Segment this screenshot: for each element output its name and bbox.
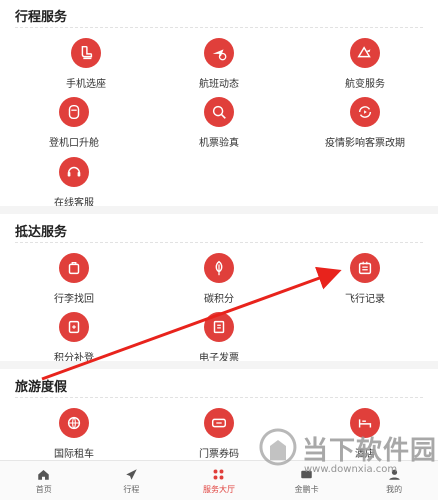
seat-icon xyxy=(71,38,101,68)
flight-status-icon xyxy=(204,38,234,68)
customer-service-icon xyxy=(59,157,89,187)
upgrade-icon xyxy=(59,97,89,127)
carbon-points-icon xyxy=(204,253,234,283)
tab-service-hall[interactable]: 服务大厅 xyxy=(175,461,263,500)
tab-label: 金鹏卡 xyxy=(294,484,319,494)
car-rental-icon xyxy=(59,408,89,438)
service-reschedule[interactable]: 疫情影响客票改期 xyxy=(310,97,420,149)
tab-label: 首页 xyxy=(35,484,52,494)
service-label: 航班动态 xyxy=(199,79,239,90)
section-gap xyxy=(0,361,438,369)
divider xyxy=(15,27,423,28)
service-flight-record[interactable]: 飞行记录 xyxy=(310,253,420,305)
section-title-trip-services: 行程服务 xyxy=(15,10,68,25)
watermark-text: 当下软件园 xyxy=(302,436,438,466)
watermark-url: www.downxia.com xyxy=(304,464,398,475)
service-flight-status[interactable]: 航班动态 xyxy=(164,38,274,90)
luggage-icon xyxy=(59,253,89,283)
service-e-invoice[interactable]: 电子发票 xyxy=(164,312,274,364)
service-seat-selection[interactable]: 手机选座 xyxy=(31,38,141,90)
section-title-arrival-services: 抵达服务 xyxy=(15,225,68,240)
service-points-makeup[interactable]: 积分补登 xyxy=(19,312,129,364)
service-label: 国际租车 xyxy=(54,449,94,460)
service-gate-upgrade[interactable]: 登机口升舱 xyxy=(19,97,129,149)
reschedule-icon xyxy=(350,97,380,127)
points-makeup-icon xyxy=(59,312,89,342)
service-label: 行李找回 xyxy=(54,294,94,305)
service-label: 机票验真 xyxy=(199,138,239,149)
service-label: 登机口升舱 xyxy=(49,138,99,149)
tab-label: 行程 xyxy=(123,484,140,494)
watermark: 当下软件园 www.downxia.com xyxy=(258,428,438,484)
divider xyxy=(15,242,423,243)
flight-record-icon xyxy=(350,253,380,283)
ticket-verify-icon xyxy=(204,97,234,127)
ticket-code-icon xyxy=(204,408,234,438)
service-label: 疫情影响客票改期 xyxy=(325,138,405,149)
home-icon xyxy=(38,469,50,480)
tab-home[interactable]: 首页 xyxy=(0,461,88,500)
tab-label: 服务大厅 xyxy=(202,484,235,494)
service-label: 飞行记录 xyxy=(345,294,385,305)
e-invoice-icon xyxy=(204,312,234,342)
service-label: 航变服务 xyxy=(345,79,385,90)
watermark-logo xyxy=(259,428,297,466)
section-title-travel-vacation: 旅游度假 xyxy=(15,380,68,395)
plane-icon xyxy=(126,468,137,480)
service-car-rental[interactable]: 国际租车 xyxy=(19,408,129,460)
service-label: 手机选座 xyxy=(66,79,106,90)
service-online-support[interactable]: 在线客服 xyxy=(19,157,129,209)
tab-label: 我的 xyxy=(386,484,403,494)
flight-change-icon xyxy=(350,38,380,68)
tab-trip[interactable]: 行程 xyxy=(88,461,176,500)
service-label: 碳积分 xyxy=(204,294,234,305)
service-ticket-verify[interactable]: 机票验真 xyxy=(164,97,274,149)
divider xyxy=(15,397,423,398)
service-carbon-points[interactable]: 碳积分 xyxy=(164,253,274,305)
service-flight-change[interactable]: 航变服务 xyxy=(310,38,420,90)
section-gap xyxy=(0,206,438,214)
grid-icon xyxy=(214,469,224,479)
service-luggage-recovery[interactable]: 行李找回 xyxy=(19,253,129,305)
